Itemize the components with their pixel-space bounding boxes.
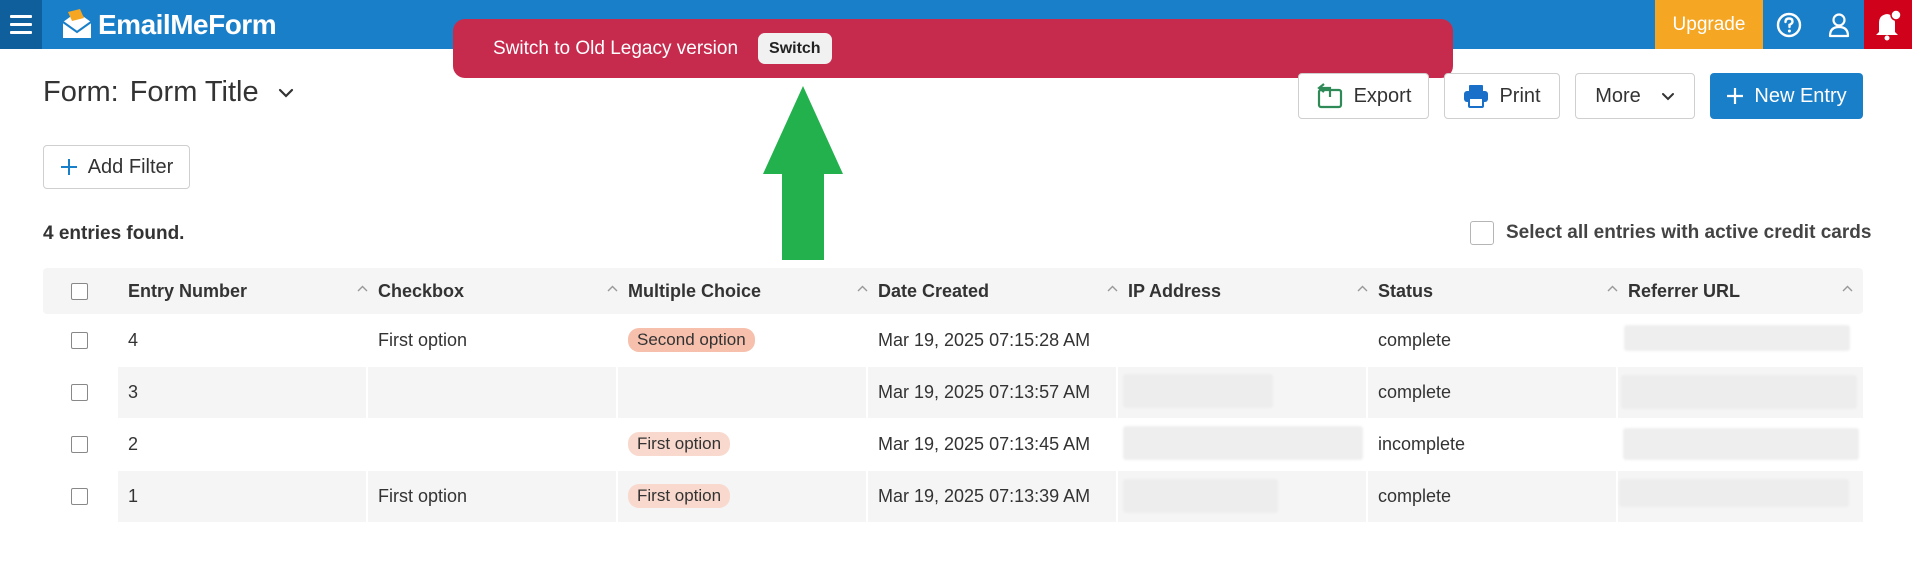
print-button[interactable]: Print [1444, 73, 1560, 119]
more-label: More [1595, 84, 1641, 107]
multiple-choice-cell: First option [628, 418, 731, 470]
new-entry-button[interactable]: New Entry [1710, 73, 1863, 119]
column-header-multiple-choice[interactable]: Multiple Choice [628, 268, 878, 314]
envelope-logo-icon [62, 9, 92, 38]
column-header-ip-address[interactable]: IP Address [1128, 268, 1378, 314]
status-cell: complete [1378, 485, 1452, 506]
printer-icon [1464, 85, 1489, 108]
date-created-cell: Mar 19, 2025 07:13:45 AM [878, 433, 1091, 454]
redacted-ip-address [1123, 426, 1363, 460]
menu-icon[interactable] [0, 0, 42, 49]
date-created-cell: Mar 19, 2025 07:15:28 AM [878, 329, 1091, 350]
entry-number-cell: 4 [128, 329, 139, 350]
export-button[interactable]: Export [1298, 73, 1429, 119]
banner-text: Switch to Old Legacy version [493, 37, 739, 59]
redacted-referrer-url [1623, 428, 1859, 460]
date-created-cell: Mar 19, 2025 07:13:39 AM [878, 485, 1091, 506]
row-checkbox[interactable] [71, 435, 88, 453]
entry-number-cell: 1 [128, 485, 139, 506]
help-icon[interactable] [1764, 0, 1814, 49]
page-title: Form: Form Title [43, 76, 294, 109]
user-icon[interactable] [1814, 0, 1864, 49]
table-row[interactable]: 1 First option First option Mar 19, 2025… [43, 470, 1863, 522]
row-checkbox[interactable] [71, 331, 88, 349]
checkbox-cell: First option [378, 485, 468, 506]
export-label: Export [1353, 84, 1412, 107]
upgrade-button[interactable]: Upgrade [1655, 0, 1763, 49]
column-header-referrer-url[interactable]: Referrer URL [1628, 268, 1863, 314]
multiple-choice-cell: First option [628, 470, 731, 522]
row-checkbox-cell [43, 418, 116, 470]
brand-logo[interactable]: EmailMeForm [60, 6, 277, 44]
redacted-referrer-url [1624, 325, 1850, 351]
column-header-date-created[interactable]: Date Created [878, 268, 1128, 314]
sort-icon[interactable] [1607, 285, 1618, 292]
sort-icon[interactable] [1842, 285, 1853, 292]
select-all-credit-cards-label: Select all entries with active credit ca… [1506, 222, 1872, 243]
sort-icon[interactable] [857, 285, 868, 292]
row-checkbox-cell [43, 366, 116, 418]
bell-icon[interactable] [1864, 0, 1912, 49]
redacted-ip-address [1123, 479, 1278, 513]
switch-button[interactable]: Switch [758, 33, 832, 64]
column-header-checkbox[interactable]: Checkbox [378, 268, 628, 314]
legacy-version-banner: Switch to Old Legacy version Switch [453, 19, 1453, 78]
entry-number-cell: 3 [128, 381, 139, 402]
redacted-referrer-url [1621, 375, 1857, 409]
plus-icon [1727, 88, 1744, 104]
status-cell: incomplete [1378, 433, 1466, 454]
row-checkbox-cell [43, 470, 116, 522]
entry-number-cell: 2 [128, 433, 139, 454]
column-header-status[interactable]: Status [1378, 268, 1628, 314]
choice-tag: Second option [628, 328, 755, 352]
table-row[interactable]: 3 Mar 19, 2025 07:13:57 AM complete [43, 366, 1863, 418]
select-all-rows-checkbox[interactable] [71, 282, 88, 300]
status-cell: complete [1378, 381, 1452, 402]
plus-icon [60, 159, 77, 175]
row-checkbox-cell [43, 314, 116, 366]
checkbox-cell: First option [378, 329, 468, 350]
table-row[interactable]: 4 First option Second option Mar 19, 202… [43, 314, 1863, 366]
multiple-choice-cell: Second option [628, 314, 755, 366]
sort-icon[interactable] [1107, 285, 1118, 292]
choice-tag: First option [628, 432, 731, 456]
add-filter-label: Add Filter [87, 155, 174, 178]
row-checkbox[interactable] [71, 487, 88, 505]
select-all-rows-checkbox-cell [43, 268, 116, 314]
date-created-cell: Mar 19, 2025 07:13:57 AM [878, 381, 1091, 402]
sort-icon[interactable] [607, 285, 618, 292]
column-header-entry-number[interactable]: Entry Number [128, 268, 378, 314]
add-filter-button[interactable]: Add Filter [43, 145, 190, 189]
entries-table: Entry Number Checkbox Multiple Choice Da… [43, 268, 1863, 522]
sort-icon[interactable] [1357, 285, 1368, 292]
redacted-referrer-url [1619, 479, 1849, 507]
form-title-prefix: Form: [43, 76, 119, 108]
form-title: Form Title [129, 76, 259, 108]
export-icon [1316, 83, 1342, 109]
table-row[interactable]: 2 First option Mar 19, 2025 07:13:45 AM … [43, 418, 1863, 470]
more-dropdown[interactable]: More [1575, 73, 1695, 119]
brand-name: EmailMeForm [98, 9, 277, 40]
redacted-ip-address [1123, 374, 1273, 408]
choice-tag: First option [628, 484, 731, 508]
sort-icon[interactable] [357, 285, 368, 292]
chevron-down-icon[interactable] [278, 88, 294, 98]
select-all-credit-cards[interactable]: Select all entries with active credit ca… [1470, 221, 1871, 245]
table-header: Entry Number Checkbox Multiple Choice Da… [43, 268, 1863, 314]
new-entry-label: New Entry [1754, 84, 1847, 107]
status-cell: complete [1378, 329, 1452, 350]
green-arrow-annotation [763, 86, 843, 260]
select-all-credit-cards-checkbox[interactable] [1470, 221, 1494, 245]
entries-count: 4 entries found. [43, 223, 185, 244]
print-label: Print [1499, 84, 1541, 107]
row-checkbox[interactable] [71, 383, 88, 401]
chevron-down-icon [1661, 92, 1674, 100]
